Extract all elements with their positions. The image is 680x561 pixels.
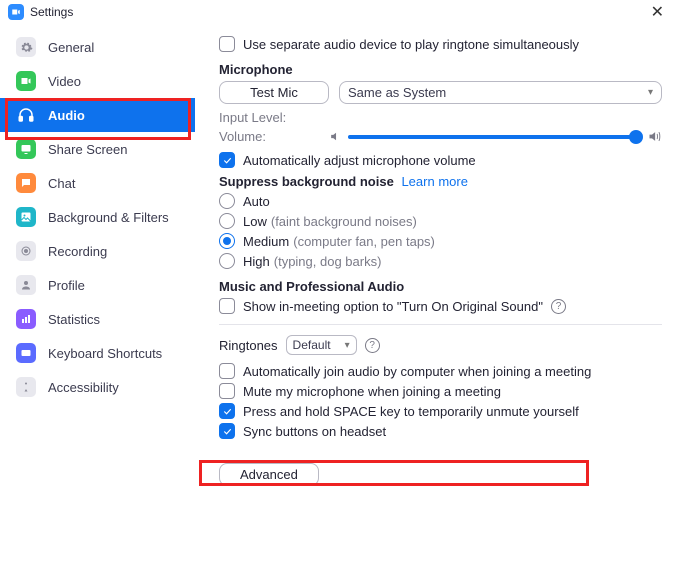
chat-icon (16, 173, 36, 193)
sidebar-item-label: Keyboard Shortcuts (48, 346, 162, 361)
gear-icon (16, 37, 36, 57)
keyboard-icon (16, 343, 36, 363)
microphone-header: Microphone (219, 62, 662, 77)
profile-icon (16, 275, 36, 295)
help-icon[interactable]: ? (365, 338, 380, 353)
music-pro-audio-header: Music and Professional Audio (219, 279, 662, 294)
label-suppress-medium: Medium (243, 234, 289, 249)
sidebar-item-label: General (48, 40, 94, 55)
sidebar-item-label: Chat (48, 176, 75, 191)
app-icon (8, 4, 24, 20)
sidebar-item-label: Video (48, 74, 81, 89)
sidebar-item-label: Audio (48, 108, 85, 123)
sidebar-item-statistics[interactable]: Statistics (0, 302, 195, 336)
hint-suppress-medium: (computer fan, pen taps) (293, 234, 435, 249)
speaker-low-icon (329, 130, 342, 143)
advanced-button[interactable]: Advanced (219, 463, 319, 486)
checkbox-separate-audio-device[interactable] (219, 36, 235, 52)
microphone-device-value: Same as System (348, 85, 446, 100)
headphones-icon (16, 105, 36, 125)
sidebar-item-label: Background & Filters (48, 210, 169, 225)
sidebar-item-profile[interactable]: Profile (0, 268, 195, 302)
sidebar-item-label: Statistics (48, 312, 100, 327)
label-suppress-high: High (243, 254, 270, 269)
label-suppress-auto: Auto (243, 194, 270, 209)
sidebar-item-label: Share Screen (48, 142, 128, 157)
checkbox-auto-adjust-volume[interactable] (219, 152, 235, 168)
sidebar-item-accessibility[interactable]: Accessibility (0, 370, 195, 404)
titlebar: Settings ✕ (0, 0, 680, 24)
label-original-sound: Show in-meeting option to "Turn On Origi… (243, 299, 543, 314)
sidebar-item-recording[interactable]: Recording (0, 234, 195, 268)
input-level-label: Input Level: (219, 110, 329, 125)
ringtones-select[interactable]: Default ▾ (286, 335, 357, 355)
suppress-noise-header: Suppress background noise (219, 174, 394, 189)
radio-suppress-medium[interactable] (219, 233, 235, 249)
radio-suppress-high[interactable] (219, 253, 235, 269)
label-auto-adjust-volume: Automatically adjust microphone volume (243, 153, 476, 168)
ringtones-label: Ringtones (219, 338, 278, 353)
help-icon[interactable]: ? (551, 299, 566, 314)
sidebar-item-keyboard-shortcuts[interactable]: Keyboard Shortcuts (0, 336, 195, 370)
hint-suppress-high: (typing, dog barks) (274, 254, 382, 269)
divider (219, 324, 662, 325)
label-sync-headset: Sync buttons on headset (243, 424, 386, 439)
chevron-down-icon: ▾ (648, 87, 653, 98)
sidebar-item-video[interactable]: Video (0, 64, 195, 98)
background-icon (16, 207, 36, 227)
label-mute-on-join: Mute my microphone when joining a meetin… (243, 384, 501, 399)
radio-suppress-auto[interactable] (219, 193, 235, 209)
checkbox-space-to-unmute[interactable] (219, 403, 235, 419)
learn-more-link[interactable]: Learn more (401, 174, 467, 189)
sidebar-item-general[interactable]: General (0, 30, 195, 64)
sidebar-item-label: Recording (48, 244, 107, 259)
close-button[interactable]: ✕ (643, 2, 672, 22)
accessibility-icon (16, 377, 36, 397)
sidebar-item-label: Accessibility (48, 380, 119, 395)
sidebar: General Video Audio Share Screen Chat Ba… (0, 24, 195, 561)
microphone-device-select[interactable]: Same as System ▾ (339, 81, 662, 104)
checkbox-auto-join-audio[interactable] (219, 363, 235, 379)
content-pane: Use separate audio device to play ringto… (195, 24, 680, 561)
statistics-icon (16, 309, 36, 329)
radio-suppress-low[interactable] (219, 213, 235, 229)
hint-suppress-low: (faint background noises) (271, 214, 417, 229)
label-separate-audio-device: Use separate audio device to play ringto… (243, 37, 579, 52)
volume-slider[interactable] (348, 135, 641, 139)
sidebar-item-label: Profile (48, 278, 85, 293)
sidebar-item-chat[interactable]: Chat (0, 166, 195, 200)
ringtones-value: Default (293, 338, 331, 352)
checkbox-original-sound[interactable] (219, 298, 235, 314)
speaker-high-icon (647, 129, 662, 144)
video-icon (16, 71, 36, 91)
sidebar-item-share-screen[interactable]: Share Screen (0, 132, 195, 166)
sidebar-item-background-filters[interactable]: Background & Filters (0, 200, 195, 234)
share-screen-icon (16, 139, 36, 159)
label-space-to-unmute: Press and hold SPACE key to temporarily … (243, 404, 579, 419)
checkbox-mute-on-join[interactable] (219, 383, 235, 399)
window-title: Settings (30, 5, 73, 19)
sidebar-item-audio[interactable]: Audio (0, 98, 195, 132)
recording-icon (16, 241, 36, 261)
checkbox-sync-headset[interactable] (219, 423, 235, 439)
test-mic-button[interactable]: Test Mic (219, 81, 329, 104)
label-auto-join-audio: Automatically join audio by computer whe… (243, 364, 591, 379)
volume-label: Volume: (219, 129, 329, 144)
label-suppress-low: Low (243, 214, 267, 229)
chevron-down-icon: ▾ (345, 340, 350, 351)
